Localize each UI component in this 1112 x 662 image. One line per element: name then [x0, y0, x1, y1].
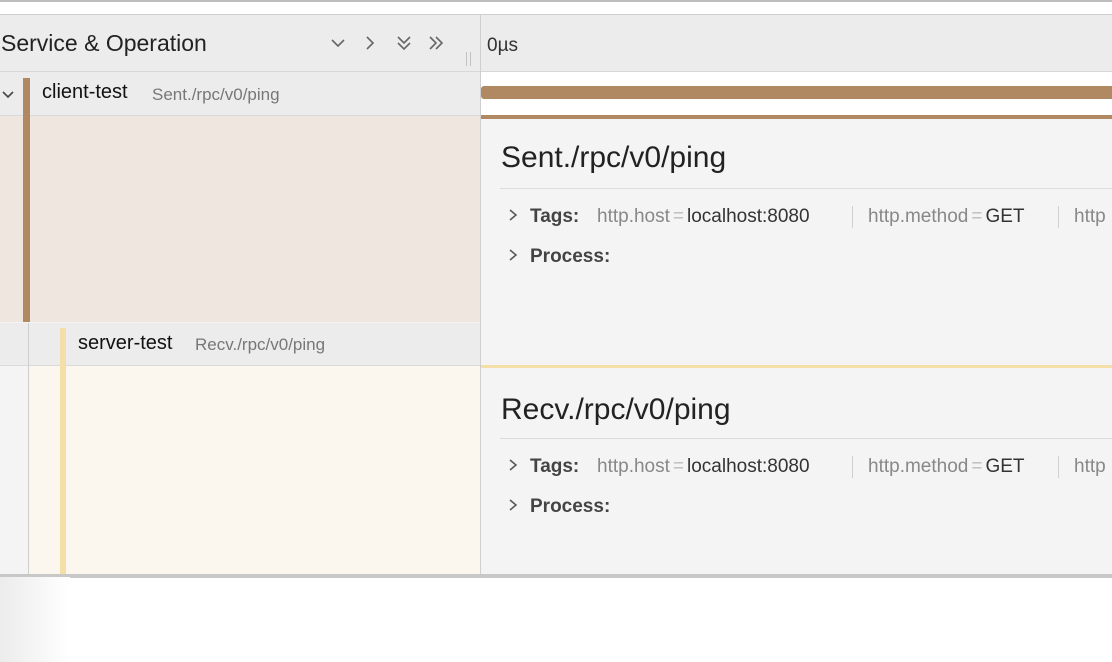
span-duration-bar[interactable]: [481, 86, 1112, 99]
chevron-right-icon: [509, 249, 518, 261]
span-detail-indent: [30, 366, 480, 575]
timeline-header: [481, 15, 1112, 72]
process-toggle[interactable]: [506, 497, 520, 513]
tag-separator: [852, 456, 853, 478]
tag-value: GET: [985, 206, 1025, 227]
span-detail-title: Sent./rpc/v0/ping: [501, 141, 727, 174]
tags-toggle[interactable]: [506, 457, 520, 473]
tag-value: localhost:8080: [687, 206, 810, 227]
collapse-one-button[interactable]: [326, 30, 350, 56]
tags-label[interactable]: Tags:: [530, 456, 579, 478]
chevron-right-icon: [509, 459, 518, 471]
detail-divider: [500, 188, 1112, 189]
operation-name: Recv./rpc/v0/ping: [195, 335, 326, 354]
span-detail-title: Recv./rpc/v0/ping: [501, 393, 731, 426]
chevron-right-icon: [366, 36, 375, 50]
chevron-right-icon: [509, 499, 518, 511]
detail-divider: [500, 438, 1112, 439]
expand-all-button[interactable]: [392, 30, 416, 56]
tag-item: http.host = localhost:8080: [597, 456, 810, 477]
tag-value: GET: [985, 456, 1025, 477]
collapse-all-button[interactable]: [424, 30, 448, 56]
tag-value: localhost:8080: [687, 456, 810, 477]
column-resize-handle[interactable]: [464, 52, 474, 66]
top-border: [0, 0, 1112, 2]
tag-item: http.host = localhost:8080: [597, 206, 810, 227]
tag-key: http.method: [868, 206, 969, 227]
tag-separator: [1058, 206, 1059, 228]
span-collapse-toggle[interactable]: [0, 84, 18, 104]
timeline-tick-label: 0µs: [487, 35, 519, 56]
double-chevron-right-icon: [429, 36, 444, 50]
span-detail-indent: [0, 116, 480, 322]
process-toggle[interactable]: [506, 247, 520, 263]
tag-key: http.host: [597, 206, 670, 227]
process-label[interactable]: Process:: [530, 246, 610, 268]
tags-toggle[interactable]: [506, 207, 520, 223]
server-test-color-bar-detail: [60, 366, 66, 575]
service-name: server-test: [78, 332, 173, 354]
chevron-right-icon: [509, 209, 518, 221]
span-timeline-server-test[interactable]: [481, 322, 1112, 365]
tag-item: http.method = GET: [868, 206, 1025, 227]
double-chevron-down-icon: [397, 36, 411, 51]
tag-key: http.method: [868, 456, 969, 477]
tag-key: http: [1074, 206, 1106, 227]
client-test-color-bar-detail: [23, 116, 30, 322]
chevron-down-icon: [331, 39, 345, 48]
expand-one-button[interactable]: [358, 30, 382, 56]
column-title: Service & Operation: [1, 30, 207, 56]
tag-item: http: [1074, 456, 1106, 478]
tag-item: http: [1074, 206, 1106, 228]
tag-key: http: [1074, 456, 1106, 477]
chevron-down-icon: [2, 91, 14, 99]
service-name: client-test: [42, 81, 128, 103]
tag-separator: [852, 206, 853, 228]
tag-item: http.method = GET: [868, 456, 1025, 477]
tree-guide-line: [28, 366, 29, 575]
bottom-shadow: [0, 577, 70, 662]
timeline-bottom-border: [0, 574, 1112, 576]
tag-key: http.host: [597, 456, 670, 477]
tags-label[interactable]: Tags:: [530, 206, 579, 228]
operation-name: Sent./rpc/v0/ping: [152, 85, 280, 104]
process-label[interactable]: Process:: [530, 496, 610, 518]
tag-separator: [1058, 456, 1059, 478]
